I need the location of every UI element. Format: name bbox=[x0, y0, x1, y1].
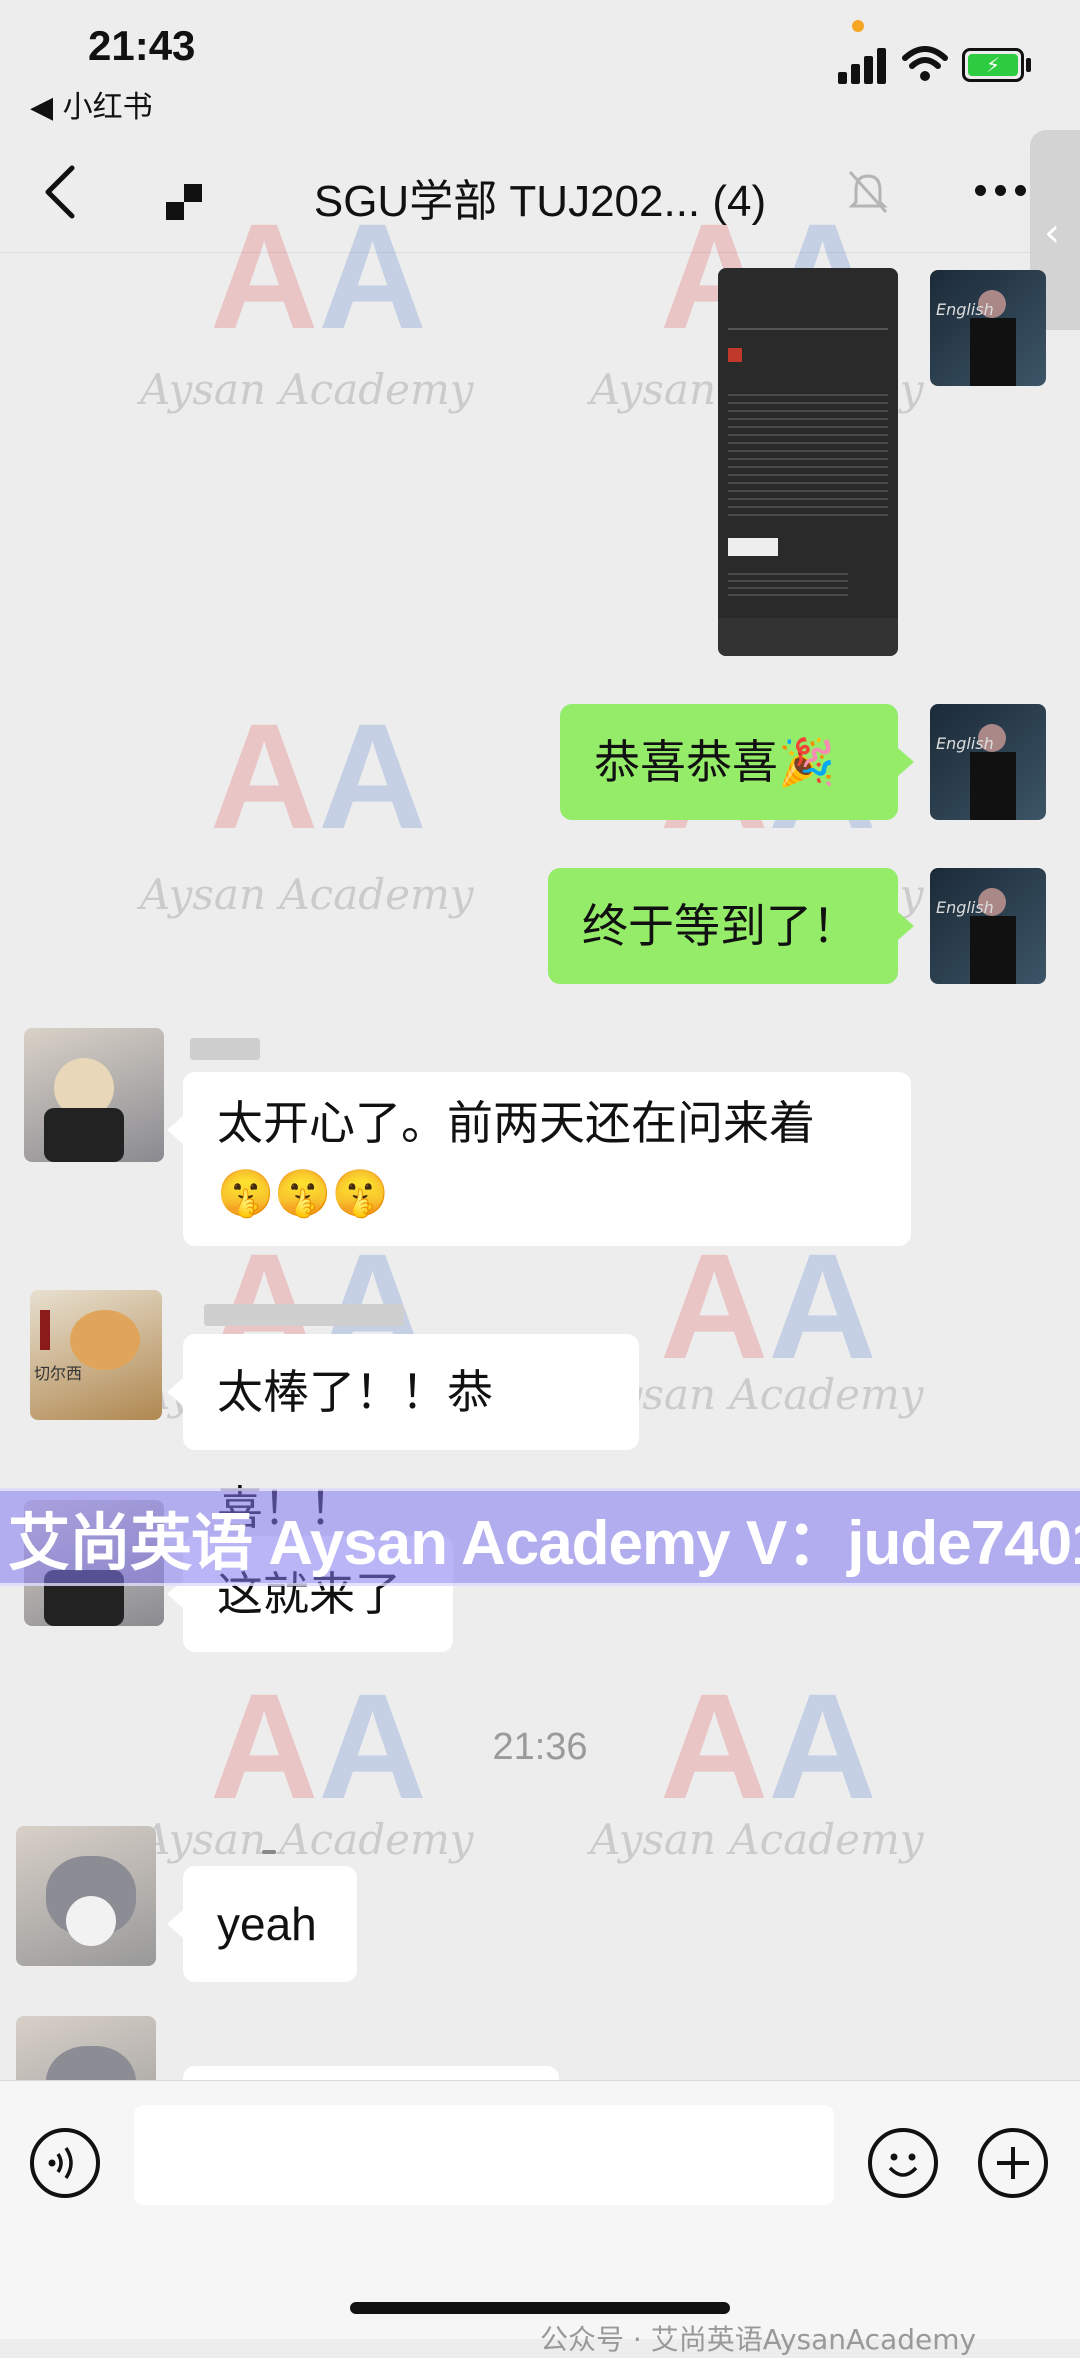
chat-title[interactable]: SGU学部 TUJ202... (4) bbox=[0, 165, 1080, 229]
avatar-caption: 切尔西 bbox=[34, 1364, 83, 1383]
wifi-icon bbox=[902, 46, 948, 81]
orange-dot-indicator bbox=[852, 20, 864, 32]
bubble-tail bbox=[167, 1116, 183, 1144]
back-to-app-link[interactable]: ◀ 小红书 bbox=[30, 82, 153, 126]
message-bubble[interactable]: yeah bbox=[183, 1866, 357, 1982]
sender-nickname-blurred bbox=[262, 1850, 276, 1854]
watermark-text: Aysan Academy bbox=[590, 1815, 924, 1864]
message-input[interactable] bbox=[134, 2105, 834, 2205]
message-bubble[interactable]: 太棒了！！恭喜！！ bbox=[183, 1334, 639, 1535]
watermark-logo: AA bbox=[210, 692, 427, 860]
message-bubble[interactable]: 终于等到了！ bbox=[548, 868, 898, 984]
message-emoji: 🤫🤫🤫 bbox=[217, 1166, 389, 1220]
avatar-self[interactable]: English bbox=[930, 704, 1046, 820]
avatar-grey-cat[interactable] bbox=[16, 1826, 156, 1966]
plus-icon[interactable] bbox=[978, 2128, 1048, 2198]
battery-cap bbox=[1026, 58, 1031, 72]
avatar-cat[interactable]: 切尔西 bbox=[30, 1290, 162, 1420]
avatar-dog[interactable] bbox=[24, 1028, 164, 1162]
time-divider: 21:36 bbox=[492, 1726, 588, 1768]
bubble-tail bbox=[898, 748, 914, 776]
home-indicator[interactable] bbox=[350, 2302, 730, 2314]
sender-nickname-blurred bbox=[190, 1038, 260, 1060]
watermark-text: Aysan Academy bbox=[140, 1815, 474, 1864]
bubble-tail bbox=[167, 1910, 183, 1938]
avatar-self[interactable]: English bbox=[930, 868, 1046, 984]
sender-nickname-blurred bbox=[204, 1304, 404, 1326]
watermark-text: Aysan Academy bbox=[140, 365, 474, 414]
battery-icon: ⚡ bbox=[962, 48, 1024, 82]
promo-banner-text: 艾尚英语 Aysan Academy V：jude7401 bbox=[8, 1509, 1080, 1578]
watermark-text: Aysan Academy bbox=[590, 1370, 924, 1419]
bubble-tail bbox=[167, 1378, 183, 1406]
more-dots-icon[interactable] bbox=[975, 185, 1027, 197]
watermark-logo: AA bbox=[210, 192, 427, 360]
emoji-icon[interactable] bbox=[868, 2128, 938, 2198]
message-text: 太开心了。前两天还在问来着 bbox=[217, 1096, 815, 1150]
bubble-tail bbox=[898, 912, 914, 940]
avatar-self[interactable]: English bbox=[930, 270, 1046, 386]
message-bubble[interactable]: 恭喜恭喜🎉 bbox=[560, 704, 898, 820]
status-time: 21:43 bbox=[88, 22, 196, 69]
image-message[interactable] bbox=[718, 268, 898, 656]
watermark-text: Aysan Academy bbox=[140, 870, 474, 919]
voice-icon[interactable] bbox=[30, 2128, 100, 2198]
footer-watermark: 公众号 · 艾尚英语AysanAcademy bbox=[540, 2323, 977, 2356]
message-bubble[interactable]: 太开心了。前两天还在问来着 🤫🤫🤫 bbox=[183, 1072, 911, 1246]
signal-icon bbox=[838, 46, 888, 84]
